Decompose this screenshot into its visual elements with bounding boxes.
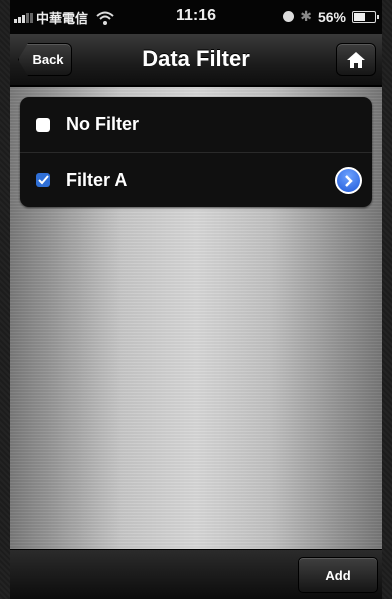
content-area: No Filter Filter A	[10, 87, 382, 549]
status-right: ✱ 56%	[283, 8, 379, 25]
checkmark-icon	[37, 175, 49, 185]
filter-label: No Filter	[66, 114, 140, 134]
home-button[interactable]	[336, 43, 376, 76]
filter-row-no-filter[interactable]: No Filter	[20, 97, 372, 152]
home-icon	[347, 51, 365, 68]
page-title: Data Filter	[142, 46, 250, 71]
navigation-bar: Back Data Filter	[10, 34, 382, 86]
battery-icon	[352, 10, 379, 23]
alarm-icon	[283, 11, 295, 22]
screen: 中華電信 11:16 ✱ 56% Back Data Filter No Fil…	[10, 0, 382, 599]
filter-label: Filter A	[66, 169, 128, 190]
chevron-right-icon	[344, 174, 353, 187]
device-frame: 中華電信 11:16 ✱ 56% Back Data Filter No Fil…	[0, 0, 392, 599]
checkbox-unchecked[interactable]	[36, 117, 50, 132]
add-button[interactable]: Add	[298, 557, 378, 593]
checkbox-checked[interactable]	[36, 173, 50, 187]
bluetooth-icon: ✱	[300, 8, 312, 24]
filter-row-filter-a[interactable]: Filter A	[20, 152, 372, 207]
detail-disclosure-button[interactable]	[335, 167, 362, 194]
status-bar: 中華電信 11:16 ✱ 56%	[10, 0, 382, 34]
filter-list: No Filter Filter A	[20, 97, 372, 207]
bottom-toolbar: Add	[10, 549, 382, 599]
battery-percent: 56%	[317, 8, 346, 25]
